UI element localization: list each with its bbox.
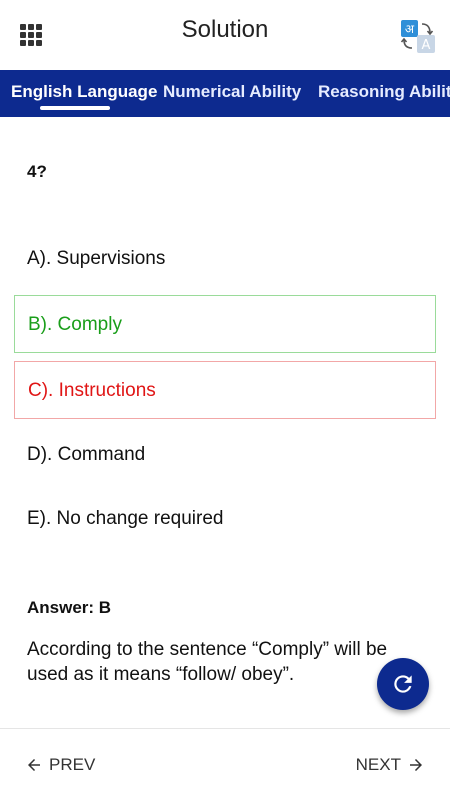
top-app-bar: Solution अ A: [0, 0, 450, 70]
tab-reasoning-ability[interactable]: Reasoning Ability: [318, 82, 450, 102]
refresh-button[interactable]: [377, 658, 429, 710]
explanation-text: According to the sentence “Comply” will …: [27, 639, 388, 685]
prev-label: PREV: [49, 755, 96, 774]
translate-glyph-hi: अ: [405, 22, 415, 36]
option-c-wrong[interactable]: C). Instructions: [14, 361, 436, 419]
option-b-correct[interactable]: B). Comply: [14, 295, 436, 353]
option-a[interactable]: A). Supervisions: [14, 230, 436, 288]
tab-numerical-ability[interactable]: Numerical Ability: [163, 82, 301, 102]
translate-glyph-en: A: [422, 38, 431, 53]
page-title: Solution: [181, 16, 269, 43]
active-tab-indicator: [40, 106, 110, 110]
option-d[interactable]: D). Command: [14, 426, 436, 484]
arrow-right-icon: [410, 759, 422, 771]
next-button[interactable]: NEXT: [356, 755, 425, 775]
arrow-left-icon: [28, 759, 40, 771]
translate-icon[interactable]: अ A: [400, 18, 436, 54]
question-number: 4?: [27, 162, 47, 181]
solution-content: 4? A). Supervisions B). Comply C). Instr…: [0, 117, 450, 727]
bottom-navigation: PREV NEXT: [0, 728, 450, 800]
refresh-icon: [394, 675, 412, 693]
answer-label: Answer: B: [27, 598, 112, 617]
next-label: NEXT: [355, 755, 401, 774]
tab-english-language[interactable]: English Language: [11, 82, 157, 102]
prev-button[interactable]: PREV: [25, 755, 95, 775]
option-e[interactable]: E). No change required: [14, 490, 436, 548]
